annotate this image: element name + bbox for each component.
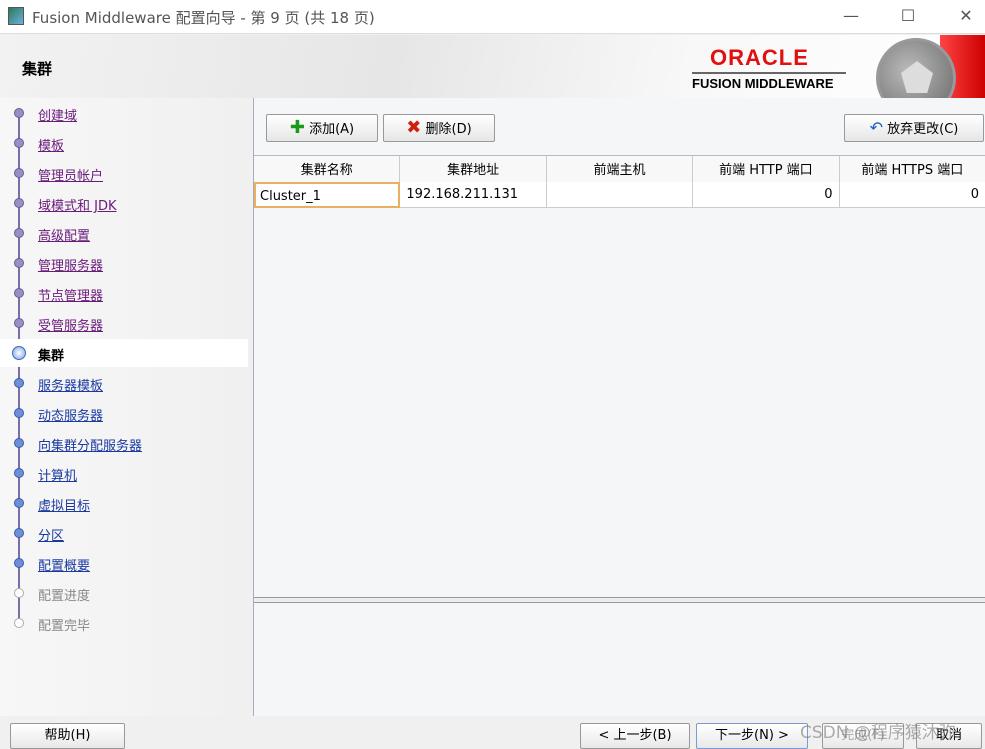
help-button[interactable]: 帮助(H) [10, 723, 125, 749]
fusion-middleware-logo: FUSION MIDDLEWARE [692, 76, 834, 91]
sidebar-item[interactable]: 创建域 [0, 99, 248, 127]
step-dot-icon [14, 138, 24, 148]
delete-button[interactable]: ✖ 删除(D) [383, 114, 495, 142]
step-dot-icon [14, 528, 24, 538]
sidebar-item-label: 管理员帐户 [38, 169, 104, 184]
table-header: 集群名称 集群地址 前端主机 前端 HTTP 端口 前端 HTTPS 端口 [254, 156, 985, 187]
cluster-address-cell[interactable]: 192.168.211.131 [400, 182, 547, 208]
sidebar-item-label: 计算机 [38, 469, 78, 484]
step-dot-icon [14, 498, 24, 508]
sidebar-item-label: 配置概要 [38, 559, 91, 574]
https-port-cell[interactable]: 0 [839, 182, 985, 208]
sidebar-item[interactable]: 高级配置 [0, 219, 248, 247]
sidebar-item[interactable]: 受管服务器 [0, 309, 248, 337]
sidebar-item-label: 配置完毕 [38, 619, 91, 634]
step-dot-icon [14, 228, 24, 238]
sidebar-item-label: 管理服务器 [38, 259, 104, 274]
wizard-steps: 创建域模板管理员帐户域模式和 JDK 高级配置管理服务器节点管理器受管服务器集群服… [0, 98, 248, 716]
cluster-panel: ✚ 添加(A) ✖ 删除(D) ↶ 放弃更改(C) 集群名称 集群地址 前端主机… [253, 98, 985, 716]
sidebar-item[interactable]: 向集群分配服务器 [0, 429, 248, 457]
http-port-cell[interactable]: 0 [693, 182, 840, 208]
step-dot-icon [14, 258, 24, 268]
sidebar-item: 配置完毕 [0, 609, 248, 637]
close-button[interactable]: ✕ [951, 4, 981, 28]
minimize-button[interactable]: — [836, 4, 866, 28]
sidebar-item-label: 服务器模板 [38, 379, 104, 394]
step-dot-icon [14, 288, 24, 298]
step-dot-icon [14, 618, 24, 628]
step-dot-icon [14, 108, 24, 118]
step-dot-icon [12, 346, 26, 360]
step-dot-icon [14, 168, 24, 178]
sidebar-item[interactable]: 模板 [0, 129, 248, 157]
maximize-button[interactable]: ☐ [893, 4, 923, 28]
window-title: Fusion Middleware 配置向导 - 第 9 页 (共 18 页) [32, 9, 375, 27]
cluster-table: 集群名称 集群地址 前端主机 前端 HTTP 端口 前端 HTTPS 端口 Cl… [254, 155, 985, 208]
sidebar-item-label: 分区 [38, 529, 65, 544]
header-banner: 集群 ORACLE FUSION MIDDLEWARE [0, 35, 985, 118]
sidebar-item[interactable]: 管理员帐户 [0, 159, 248, 187]
app-icon [8, 7, 24, 25]
step-dot-icon [14, 318, 24, 328]
sidebar-item[interactable]: 集群 [0, 339, 248, 367]
sidebar-item-label: 集群 [38, 349, 65, 364]
step-dot-icon [14, 558, 24, 568]
sidebar-item-label: 模板 [38, 139, 65, 154]
back-button[interactable]: < 上一步(B) [580, 723, 690, 749]
sidebar-item: 配置进度 [0, 579, 248, 607]
frontend-host-cell[interactable] [546, 182, 694, 208]
step-dot-icon [14, 468, 24, 478]
page-title: 集群 [22, 60, 53, 78]
next-button[interactable]: 下一步(N) > [696, 723, 808, 749]
sidebar-item[interactable]: 动态服务器 [0, 399, 248, 427]
cluster-name-cell[interactable]: Cluster_1 [254, 182, 401, 208]
add-button[interactable]: ✚ 添加(A) [266, 114, 378, 142]
revert-button[interactable]: ↶ 放弃更改(C) [844, 114, 984, 142]
table-row[interactable]: Cluster_1 192.168.211.131 0 0 [254, 182, 985, 208]
logo-divider [692, 72, 846, 74]
step-dot-icon [14, 438, 24, 448]
watermark: CSDN @程序猿沐弥 [800, 723, 956, 743]
step-dot-icon [14, 378, 24, 388]
title-bar: Fusion Middleware 配置向导 - 第 9 页 (共 18 页) … [0, 0, 985, 34]
sidebar-item-label: 配置进度 [38, 589, 91, 604]
sidebar-item-label: 向集群分配服务器 [38, 439, 143, 454]
plus-icon: ✚ [289, 117, 305, 138]
sidebar-item[interactable]: 虚拟目标 [0, 489, 248, 517]
sidebar-item-label: 创建域 [38, 109, 78, 124]
sidebar-item[interactable]: 配置概要 [0, 549, 248, 577]
oracle-logo: ORACLE [710, 45, 809, 70]
sidebar-item-label: 受管服务器 [38, 319, 104, 334]
sidebar-item-label: 节点管理器 [38, 289, 104, 304]
sidebar-item[interactable]: 节点管理器 [0, 279, 248, 307]
step-dot-icon [14, 408, 24, 418]
sidebar-item[interactable]: 分区 [0, 519, 248, 547]
sidebar-item-label: 虚拟目标 [38, 499, 91, 514]
sidebar-item[interactable]: 域模式和 JDK [0, 189, 248, 217]
sidebar-item[interactable]: 计算机 [0, 459, 248, 487]
x-icon: ✖ [406, 117, 422, 138]
step-dot-icon [14, 198, 24, 208]
sidebar-item-label: 高级配置 [38, 229, 91, 244]
sidebar-item[interactable]: 管理服务器 [0, 249, 248, 277]
step-dot-icon [14, 588, 24, 598]
sidebar-item[interactable]: 服务器模板 [0, 369, 248, 397]
sidebar-item-label: 动态服务器 [38, 409, 104, 424]
undo-icon: ↶ [869, 118, 884, 137]
sidebar-item-label: 域模式和 JDK [38, 199, 117, 214]
splitter-handle[interactable] [254, 597, 985, 603]
